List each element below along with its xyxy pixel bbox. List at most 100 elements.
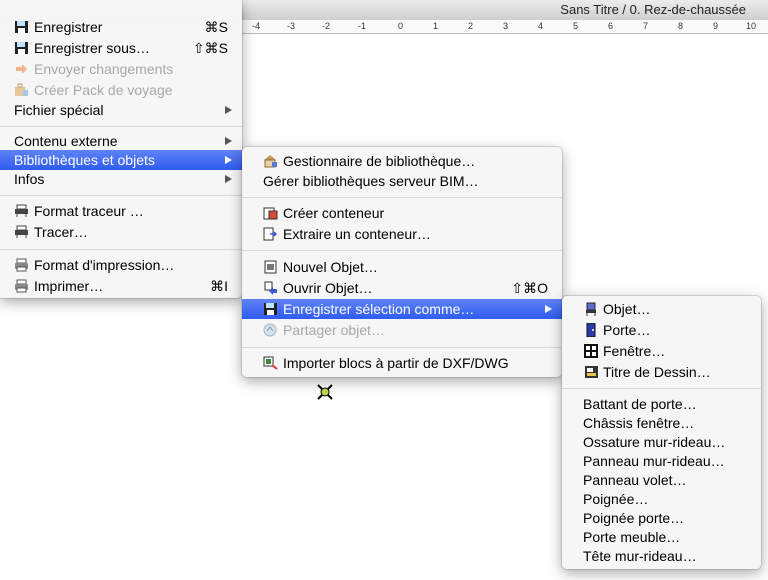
menu-item-label: Fichier spécial	[14, 102, 104, 118]
ruler-tick: 6	[608, 21, 614, 31]
floppy-icon	[264, 303, 277, 315]
printer-icon	[15, 258, 28, 272]
menu-item-label: Partager objet…	[283, 322, 385, 338]
ruler-tick: 9	[713, 21, 719, 31]
menu-item-objet[interactable]: Objet…	[562, 299, 761, 319]
import-dxf-icon	[263, 356, 278, 370]
menu-item-bibliotheques-objets[interactable]: Bibliothèques et objets	[0, 150, 242, 170]
ruler-tick: 0	[398, 21, 404, 31]
menu-item-label: Créer conteneur	[283, 205, 385, 221]
menu-item-label: Contenu externe	[14, 133, 118, 149]
menu-item-label: Ossature mur-rideau…	[583, 434, 726, 450]
menu-item-label: Enregistrer	[34, 19, 103, 35]
menu-separator	[242, 347, 562, 348]
menu-separator	[242, 197, 562, 198]
menu-item-titre-dessin[interactable]: Titre de Dessin…	[562, 362, 761, 382]
menu-separator	[0, 126, 242, 127]
shortcut-label: ⌘S	[204, 19, 228, 35]
menu-item-label: Poignée porte…	[583, 510, 685, 526]
menu-item-gerer-bibliotheques-bim[interactable]: Gérer bibliothèques serveur BIM…	[242, 171, 562, 191]
menu-item-label: Nouvel Objet…	[283, 259, 378, 275]
menu-item-gestionnaire-bibliotheque[interactable]: Gestionnaire de bibliothèque…	[242, 151, 562, 171]
menu-item-label: Imprimer…	[34, 278, 104, 294]
menu-separator	[0, 249, 242, 250]
menu-item-porte-meuble[interactable]: Porte meuble…	[562, 527, 761, 547]
menu-item-label: Panneau volet…	[583, 472, 687, 488]
menu-item-label: Format d'impression…	[34, 257, 175, 273]
door-icon	[586, 323, 596, 337]
ruler-tick: 1	[433, 21, 439, 31]
ruler-tick: 3	[503, 21, 509, 31]
menu-item-creer-conteneur[interactable]: Créer conteneur	[242, 203, 562, 223]
menu-item-contenu-externe[interactable]: Contenu externe	[0, 131, 242, 151]
shortcut-label: ⌘I	[210, 278, 228, 294]
plotter-icon	[15, 225, 28, 238]
menu-separator	[0, 195, 242, 196]
send-arrow-icon	[16, 64, 27, 74]
menu-item-porte[interactable]: Porte…	[562, 320, 761, 340]
menu-item-panneau-mur-rideau[interactable]: Panneau mur-rideau…	[562, 451, 761, 471]
ruler-tick: -3	[287, 21, 296, 31]
menu-item-label: Envoyer changements	[34, 61, 174, 77]
menu-item-label: Format traceur …	[34, 203, 144, 219]
menu-item-label: Enregistrer sélection comme…	[283, 301, 475, 317]
menu-item-label: Poignée…	[583, 491, 649, 507]
menu-item-poignee-porte[interactable]: Poignée porte…	[562, 508, 761, 528]
menu-item-label: Ouvrir Objet…	[283, 280, 373, 296]
menu-item-label: Panneau mur-rideau…	[583, 453, 725, 469]
menu-item-label: Bibliothèques et objets	[14, 152, 155, 168]
submenu-arrow-icon	[545, 305, 552, 313]
menu-item-ouvrir-objet[interactable]: Ouvrir Objet… ⇧⌘O	[242, 278, 562, 298]
ruler-tick: -1	[358, 21, 367, 31]
ruler-tick: 4	[538, 21, 544, 31]
menu-item-label: Châssis fenêtre…	[583, 415, 695, 431]
menu-item-battant-porte[interactable]: Battant de porte…	[562, 394, 761, 414]
ruler-tick: 7	[643, 21, 649, 31]
file-menu: Enregistrer ⌘S Enregistrer sous… ⇧⌘S Env…	[0, 0, 242, 298]
menu-item-nouvel-objet[interactable]: Nouvel Objet…	[242, 257, 562, 277]
menu-item-fichier-special[interactable]: Fichier spécial	[0, 100, 242, 120]
window-icon	[584, 344, 598, 358]
menu-item-label: Porte meuble…	[583, 529, 681, 545]
ruler-tick: -4	[252, 21, 261, 31]
menu-item-enregistrer-selection-comme[interactable]: Enregistrer sélection comme…	[242, 299, 562, 319]
menu-item-format-traceur[interactable]: Format traceur …	[0, 201, 242, 221]
origin-marker-icon	[317, 384, 333, 400]
ruler-tick: 2	[468, 21, 474, 31]
menu-item-format-impression[interactable]: Format d'impression…	[0, 255, 242, 275]
menu-item-extraire-conteneur[interactable]: Extraire un conteneur…	[242, 224, 562, 244]
submenu-arrow-icon	[225, 156, 232, 164]
horizontal-ruler: -4 -3 -2 -1 0 1 2 3 4 5 6 7 8 9 10	[240, 20, 768, 34]
drawing-title-icon	[585, 366, 598, 378]
menu-item-ossature-mur-rideau[interactable]: Ossature mur-rideau…	[562, 432, 761, 452]
menu-item-imprimer[interactable]: Imprimer… ⌘I	[0, 276, 242, 296]
submenu-arrow-icon	[225, 137, 232, 145]
menu-item-tete-mur-rideau[interactable]: Tête mur-rideau…	[562, 546, 761, 566]
plotter-icon	[15, 204, 28, 217]
menu-item-label: Gérer bibliothèques serveur BIM…	[263, 173, 479, 189]
object-icon	[586, 302, 596, 316]
menu-item-label: Battant de porte…	[583, 396, 697, 412]
menu-item-tracer[interactable]: Tracer…	[0, 222, 242, 242]
menu-item-poignee[interactable]: Poignée…	[562, 489, 761, 509]
travel-pack-icon	[15, 83, 28, 96]
menu-item-importer-blocs-dxf[interactable]: Importer blocs à partir de DXF/DWG	[242, 353, 562, 373]
menu-item-label: Tracer…	[34, 224, 88, 240]
menu-item-panneau-volet[interactable]: Panneau volet…	[562, 470, 761, 490]
menu-item-label: Titre de Dessin…	[603, 364, 711, 380]
menu-item-enregistrer[interactable]: Enregistrer ⌘S	[0, 17, 242, 37]
menu-item-enregistrer-sous[interactable]: Enregistrer sous… ⇧⌘S	[0, 38, 242, 58]
menu-item-chassis-fenetre[interactable]: Châssis fenêtre…	[562, 413, 761, 433]
menu-item-label: Objet…	[603, 301, 651, 317]
menu-item-label: Créer Pack de voyage	[34, 82, 173, 98]
menu-item-fenetre[interactable]: Fenêtre…	[562, 341, 761, 361]
window-title: Sans Titre / 0. Rez-de-chaussée	[560, 2, 746, 17]
ruler-tick: 8	[678, 21, 684, 31]
new-object-icon	[264, 260, 277, 274]
open-object-icon	[264, 281, 277, 295]
floppy-icon	[15, 42, 28, 54]
menu-item-infos[interactable]: Infos	[0, 169, 242, 189]
menu-separator	[562, 388, 761, 389]
menu-item-label: Importer blocs à partir de DXF/DWG	[283, 355, 509, 371]
container-create-icon	[263, 207, 278, 220]
